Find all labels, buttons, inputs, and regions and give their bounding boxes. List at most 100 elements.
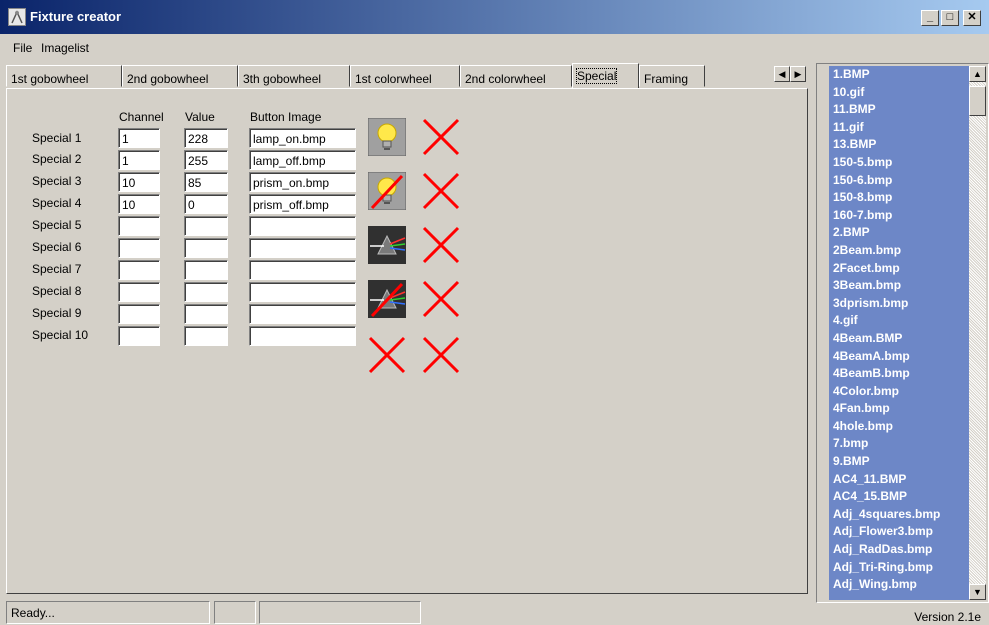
lamp-off-icon[interactable] [367,171,407,211]
tab-3th-gobowheel[interactable]: 3th gobowheel [238,65,350,87]
channel-field[interactable]: 10 [118,172,160,192]
tab-1st-colorwheel[interactable]: 1st colorwheel [350,65,460,87]
imagelist-scrollbar[interactable]: ▲ ▼ [969,66,986,600]
tab-label: 2nd colorwheel [465,72,546,86]
channel-field[interactable] [118,216,160,236]
list-item[interactable]: 3dprism.bmp [829,295,969,313]
tab-scroll-right-button[interactable]: ▶ [790,66,806,82]
list-item[interactable]: 2Beam.bmp [829,242,969,260]
imagelist-box[interactable]: 1.BMP 10.gif 11.BMP 11.gif 13.BMP 150-5.bmp 15… [816,63,989,603]
tab-2nd-gobowheel[interactable]: 2nd gobowheel [122,65,238,87]
list-item[interactable]: 4BeamA.bmp [829,348,969,366]
value-field[interactable] [184,304,228,324]
list-item[interactable]: Adj_4squares.bmp [829,506,969,524]
empty-x-icon[interactable] [422,336,460,374]
scroll-up-button[interactable]: ▲ [969,66,986,82]
value-field[interactable]: 0 [184,194,228,214]
value-field[interactable] [184,282,228,302]
list-item[interactable]: AC4_11.BMP [829,471,969,489]
tab-strip: 1st gobowheel 2nd gobowheel 3th gobowhee… [6,63,806,89]
tab-1st-gobowheel[interactable]: 1st gobowheel [6,65,122,87]
prism-off-icon[interactable] [368,280,406,318]
list-item[interactable]: 4.gif [829,312,969,330]
menu-imagelist[interactable]: Imagelist [41,41,89,55]
empty-x-icon[interactable] [368,336,406,374]
channel-field[interactable] [118,326,160,346]
app-icon[interactable] [8,8,26,26]
list-item[interactable]: 150-8.bmp [829,189,969,207]
list-item[interactable]: 150-5.bmp [829,154,969,172]
button-image-field[interactable]: prism_off.bmp [249,194,356,214]
row-label: Special 2 [32,152,82,166]
value-field[interactable]: 228 [184,128,228,148]
imagelist-items[interactable]: 1.BMP 10.gif 11.BMP 11.gif 13.BMP 150-5.bmp 15… [829,66,969,600]
list-item[interactable]: 1.BMP [829,66,969,84]
channel-field[interactable] [118,260,160,280]
empty-x-icon[interactable] [422,226,460,264]
button-image-field[interactable] [249,238,356,258]
button-image-field[interactable]: lamp_off.bmp [249,150,356,170]
minimize-button[interactable]: _ [921,10,939,26]
title-bar: Fixture creator _ □ ✕ [0,0,989,34]
tab-framing[interactable]: Framing [639,65,705,87]
value-field[interactable]: 85 [184,172,228,192]
status-bar: Ready... Version 2.1e [0,600,989,625]
button-image-field[interactable] [249,304,356,324]
list-item[interactable]: 11.gif [829,119,969,137]
scroll-thumb[interactable] [969,86,986,116]
value-field[interactable] [184,260,228,280]
list-item[interactable]: AC4_15.BMP [829,488,969,506]
list-item[interactable]: Adj_Wing.bmp [829,576,969,594]
tab-special[interactable]: Special [572,63,639,88]
maximize-button[interactable]: □ [941,10,959,26]
list-item[interactable]: 160-7.bmp [829,207,969,225]
tab-2nd-colorwheel[interactable]: 2nd colorwheel [460,65,572,87]
list-item[interactable]: 13.BMP [829,136,969,154]
channel-field[interactable] [118,304,160,324]
button-image-field[interactable]: prism_on.bmp [249,172,356,192]
list-item[interactable]: 4hole.bmp [829,418,969,436]
empty-x-icon[interactable] [422,280,460,318]
list-item[interactable]: 2Facet.bmp [829,260,969,278]
value-field[interactable] [184,238,228,258]
list-item[interactable]: 4Beam.BMP [829,330,969,348]
list-item[interactable]: 4Fan.bmp [829,400,969,418]
empty-x-icon[interactable] [422,118,460,156]
menu-file[interactable]: File [13,41,32,55]
channel-field[interactable] [118,282,160,302]
menu-bar: File Imagelist [0,36,989,58]
button-image-field[interactable]: lamp_on.bmp [249,128,356,148]
lamp-on-icon[interactable] [367,117,407,157]
list-item[interactable]: 3Beam.bmp [829,277,969,295]
empty-x-icon[interactable] [422,172,460,210]
channel-field[interactable] [118,238,160,258]
list-item[interactable]: 7.bmp [829,435,969,453]
list-item[interactable]: 4Color.bmp [829,383,969,401]
prism-on-icon[interactable] [368,226,406,264]
button-image-field[interactable] [249,260,356,280]
tab-scroll-left-button[interactable]: ◀ [774,66,790,82]
list-item[interactable]: 150-6.bmp [829,172,969,190]
list-item[interactable]: Adj_RadDas.bmp [829,541,969,559]
button-image-field[interactable] [249,216,356,236]
list-item[interactable]: 4BeamB.bmp [829,365,969,383]
status-text: Ready... [6,601,210,624]
value-field[interactable] [184,216,228,236]
value-field[interactable] [184,326,228,346]
close-button[interactable]: ✕ [963,10,981,26]
channel-field[interactable]: 1 [118,128,160,148]
window-title: Fixture creator [30,9,122,24]
list-item[interactable]: 10.gif [829,84,969,102]
list-item[interactable]: 2.BMP [829,224,969,242]
list-item[interactable]: Adj_Tri-Ring.bmp [829,559,969,577]
list-item[interactable]: 11.BMP [829,101,969,119]
channel-field[interactable]: 10 [118,194,160,214]
list-item[interactable]: Adj_Flower3.bmp [829,523,969,541]
tab-label: 3th gobowheel [243,72,322,86]
button-image-field[interactable] [249,282,356,302]
value-field[interactable]: 255 [184,150,228,170]
scroll-down-button[interactable]: ▼ [969,584,986,600]
button-image-field[interactable] [249,326,356,346]
list-item[interactable]: 9.BMP [829,453,969,471]
channel-field[interactable]: 1 [118,150,160,170]
